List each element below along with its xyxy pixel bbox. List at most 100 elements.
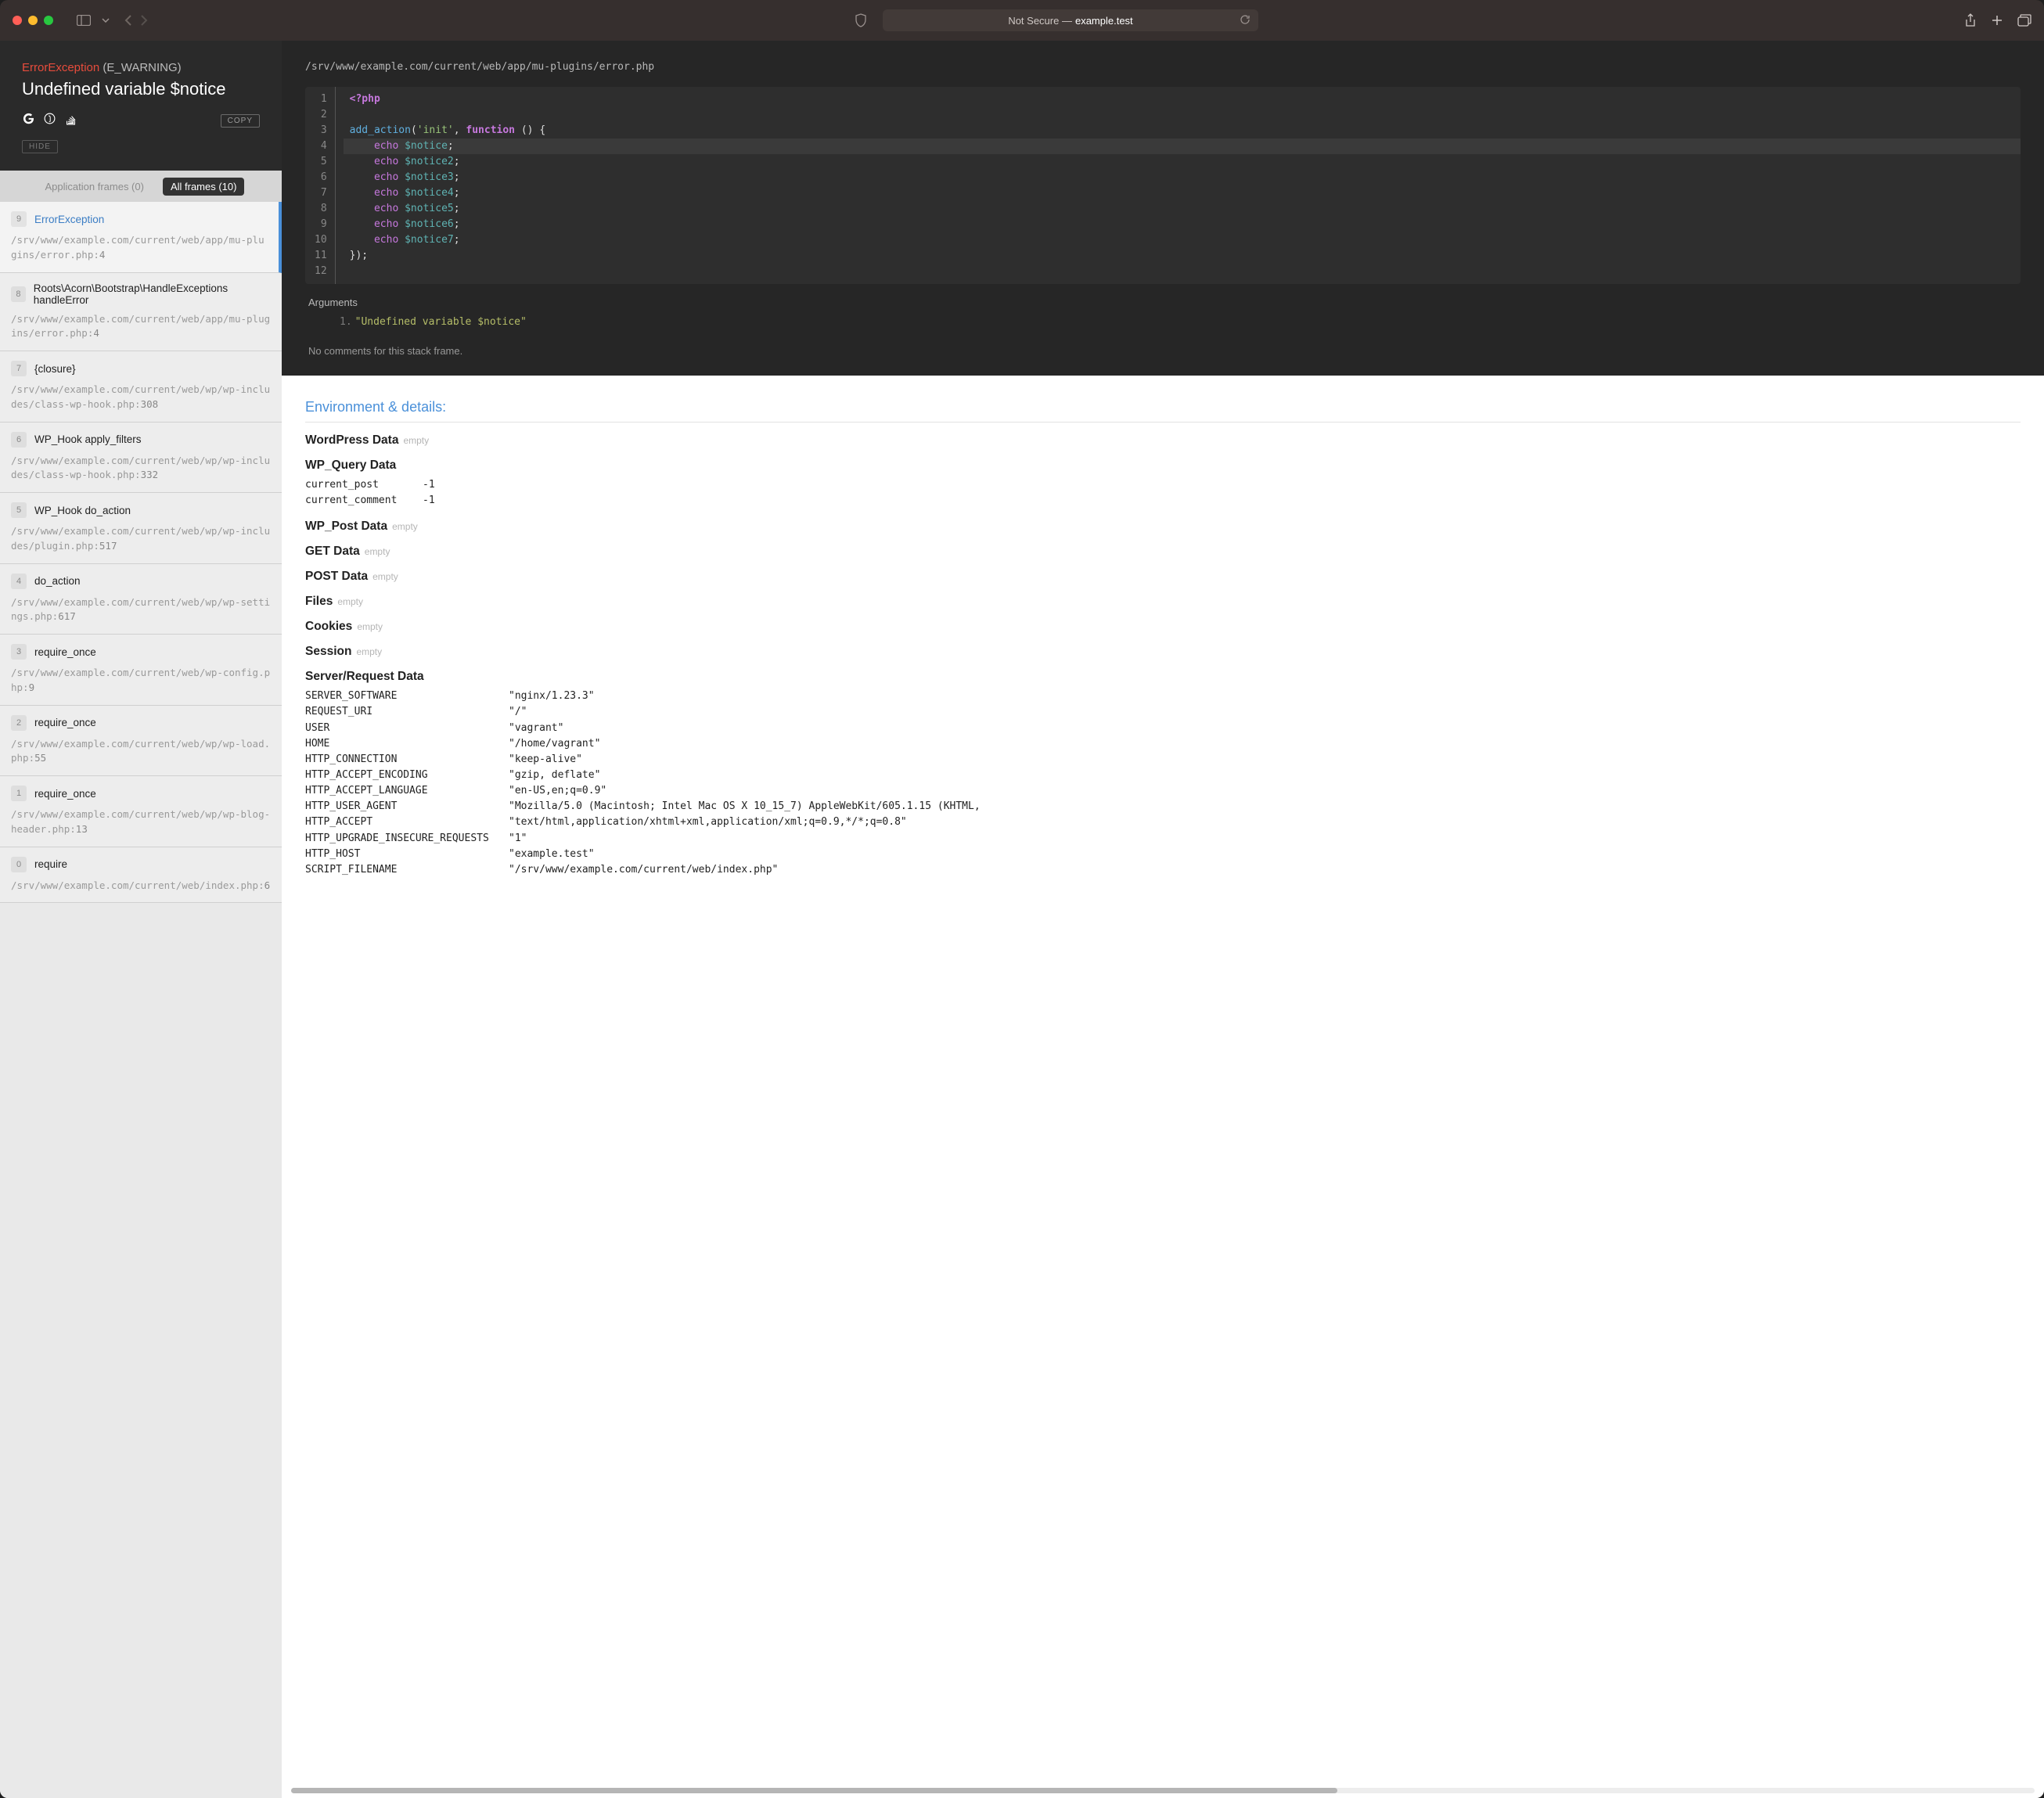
details-key: REQUEST_URI [305,704,493,720]
share-icon[interactable] [1964,13,1977,27]
details-row: current_post-1 [305,477,2021,493]
address-bar[interactable]: Not Secure — example.test [883,9,1258,31]
forward-button[interactable] [140,14,149,27]
details-title: Environment & details: [305,399,2021,423]
details-value: "/" [509,704,2021,720]
frame-title: do_action [34,575,81,587]
stack-frame[interactable]: 4do_action/srv/www/example.com/current/w… [0,564,282,635]
back-button[interactable] [124,14,132,27]
details-row: current_comment -1 [305,493,2021,509]
stack-frame[interactable]: 8Roots\Acorn\Bootstrap\HandleExceptions … [0,273,282,352]
frame-index: 3 [11,644,27,660]
code-line: echo $notice6; [344,217,2021,232]
details-value: "keep-alive" [509,752,2021,768]
google-search-icon[interactable] [22,112,35,129]
frame-path: /srv/www/example.com/current/web/wp-conf… [11,666,271,696]
stack-frame[interactable]: 5WP_Hook do_action/srv/www/example.com/c… [0,493,282,564]
details-key: current_comment [305,493,407,509]
stack-frame[interactable]: 0require/srv/www/example.com/current/web… [0,847,282,904]
no-comments-label: No comments for this stack frame. [305,328,2021,360]
reload-icon[interactable] [1240,14,1251,27]
details-row: HTTP_USER_AGENT "Mozilla/5.0 (Macintosh; … [305,799,2021,814]
details-row: HTTP_ACCEPT_LANGUAGE "en-US,en;q=0.9" [305,783,2021,799]
stack-frame[interactable]: 3require_once/srv/www/example.com/curren… [0,635,282,706]
code-line: echo $notice3; [344,170,2021,185]
horizontal-scrollbar[interactable] [291,1788,2035,1793]
empty-badge: empty [356,646,382,657]
line-gutter: 123456789101112 [305,87,336,284]
details-key: HTTP_ACCEPT_LANGUAGE [305,783,493,799]
details-key: HTTP_ACCEPT [305,814,493,830]
exception-type: (E_WARNING) [103,61,181,74]
details-section-title: GET Data empty [305,545,2021,559]
frame-title: {closure} [34,363,76,375]
frame-title: require [34,858,67,870]
code-line: echo $notice4; [344,185,2021,201]
stack-frame[interactable]: 2require_once/srv/www/example.com/curren… [0,706,282,777]
details-value: "vagrant" [509,721,2021,736]
duckduckgo-search-icon[interactable] [43,112,56,129]
minimize-window-button[interactable] [28,16,38,25]
code-line: }); [344,248,2021,264]
main-content[interactable]: /srv/www/example.com/current/web/app/mu-… [282,41,2044,1798]
details-value: -1 [423,477,2021,493]
frame-index: 8 [11,286,26,302]
details-section-title: WP_Post Data empty [305,520,2021,534]
empty-badge: empty [392,521,418,532]
security-status: Not Secure — [1008,15,1072,27]
details-table: SERVER_SOFTWARE"nginx/1.23.3"REQUEST_URI… [305,689,2021,878]
frame-path: /srv/www/example.com/current/web/app/mu-… [11,233,268,263]
close-window-button[interactable] [13,16,22,25]
details-value: "example.test" [509,847,2021,862]
privacy-shield-icon[interactable] [855,13,867,27]
frame-index: 2 [11,715,27,731]
dropdown-icon[interactable] [102,18,110,23]
browser-toolbar: Not Secure — example.test [0,0,2044,41]
details-row: HOME"/home/vagrant" [305,736,2021,752]
details-value: "Mozilla/5.0 (Macintosh; Intel Mac OS X … [509,799,2021,814]
window-controls [13,16,61,25]
details-key: SERVER_SOFTWARE [305,689,493,704]
frame-title: WP_Hook apply_filters [34,433,142,445]
copy-button[interactable]: COPY [221,114,260,128]
details-value: "en-US,en;q=0.9" [509,783,2021,799]
code-line [344,107,2021,123]
stackoverflow-search-icon[interactable] [64,113,77,128]
fullscreen-window-button[interactable] [44,16,53,25]
details-key: HTTP_USER_AGENT [305,799,493,814]
stack-frame[interactable]: 7{closure}/srv/www/example.com/current/w… [0,351,282,423]
details-row: SERVER_SOFTWARE"nginx/1.23.3" [305,689,2021,704]
empty-badge: empty [337,596,363,607]
empty-badge: empty [403,435,429,446]
source-code: 123456789101112 <?phpadd_action('init', … [305,87,2021,284]
stacktrace-sidebar: ErrorException (E_WARNING) Undefined var… [0,41,282,1798]
exception-class: ErrorException [22,61,99,74]
new-tab-icon[interactable] [1991,13,2003,27]
frame-path: /srv/www/example.com/current/web/wp/wp-s… [11,595,271,625]
details-key: SCRIPT_FILENAME [305,862,493,878]
details-key: HOME [305,736,493,752]
stack-frame[interactable]: 6WP_Hook apply_filters/srv/www/example.c… [0,423,282,494]
arguments-list: 1."Undefined variable $notice" [305,316,2021,328]
details-value: -1 [423,493,2021,509]
frame-index: 6 [11,432,27,448]
code-line: echo $notice7; [344,232,2021,248]
sidebar-toggle-icon[interactable] [77,15,91,26]
empty-badge: empty [372,571,398,582]
tab-application-frames[interactable]: Application frames (0) [38,178,152,196]
details-row: HTTP_HOST"example.test" [305,847,2021,862]
details-section-title: Files empty [305,595,2021,609]
frame-index: 0 [11,857,27,872]
frame-path: /srv/www/example.com/current/web/wp/wp-i… [11,524,271,554]
tabs-overview-icon[interactable] [2017,13,2031,27]
frames-list[interactable]: 9ErrorException/srv/www/example.com/curr… [0,202,282,1798]
details-section-title: Server/Request Data [305,670,2021,684]
hide-button[interactable]: HIDE [22,140,58,153]
code-line: echo $notice2; [344,154,2021,170]
exception-message: Undefined variable $notice [22,79,260,99]
stack-frame[interactable]: 9ErrorException/srv/www/example.com/curr… [0,202,282,273]
argument-item: 1."Undefined variable $notice" [340,316,2021,328]
stack-frame[interactable]: 1require_once/srv/www/example.com/curren… [0,776,282,847]
details-panel: Environment & details: WordPress Data em… [282,376,2044,944]
tab-all-frames[interactable]: All frames (10) [163,178,245,196]
